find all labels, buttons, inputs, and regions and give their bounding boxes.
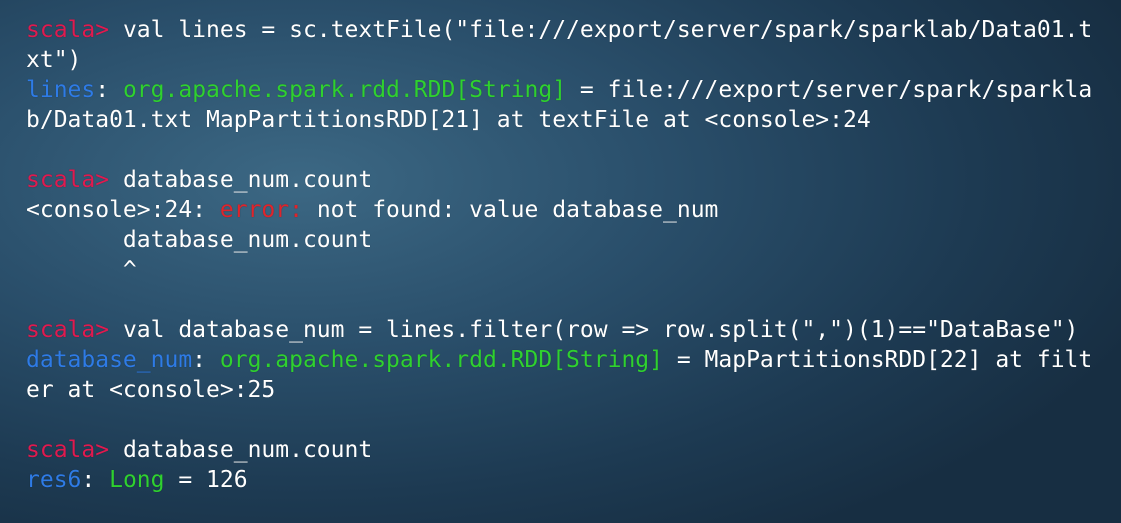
terminal-line-15: scala> database_num.count xyxy=(26,435,1116,465)
output-text: not found: value database_num xyxy=(302,197,719,223)
terminal-line-13: er at <console>:25 xyxy=(26,375,1116,405)
output-text: xt") xyxy=(26,47,82,73)
terminal-line-14 xyxy=(26,405,1116,435)
terminal-line-7: <console>:24: error: not found: value da… xyxy=(26,195,1116,225)
terminal-line-1: scala> val lines = sc.textFile("file:///… xyxy=(26,15,1116,45)
caret-marker: ^ xyxy=(26,257,137,283)
terminal-line-4: b/Data01.txt MapPartitionsRDD[21] at tex… xyxy=(26,105,1116,135)
command-text: val database_num = lines.filter(row => r… xyxy=(109,317,1079,343)
result-type: org.apache.spark.rdd.RDD[String] xyxy=(219,347,663,373)
output-text: = 126 xyxy=(164,467,248,493)
output-text: b/Data01.txt MapPartitionsRDD[21] at tex… xyxy=(26,107,871,133)
separator-text: : xyxy=(192,347,220,373)
output-text: database_num.count xyxy=(26,227,373,253)
output-text: <console>:24: xyxy=(26,197,220,223)
terminal-line-5 xyxy=(26,135,1116,165)
output-text: = MapPartitionsRDD[22] at filt xyxy=(662,347,1093,373)
terminal-line-3: lines: org.apache.spark.rdd.RDD[String] … xyxy=(26,75,1116,105)
terminal-output[interactable]: scala> val lines = sc.textFile("file:///… xyxy=(26,15,1116,495)
command-text: database_num.count xyxy=(109,437,373,463)
terminal-line-8: database_num.count xyxy=(26,225,1116,255)
terminal-line-2: xt") xyxy=(26,45,1116,75)
error-label: error: xyxy=(219,197,303,223)
terminal-line-10 xyxy=(26,285,1116,315)
terminal-line-16: res6: Long = 126 xyxy=(26,465,1116,495)
result-type: org.apache.spark.rdd.RDD[String] xyxy=(122,77,567,103)
terminal-line-6: scala> database_num.count xyxy=(26,165,1116,195)
separator-text: : xyxy=(95,77,123,103)
terminal-line-9: ^ xyxy=(26,255,1116,285)
scala-prompt: scala> xyxy=(26,317,110,343)
result-identifier: lines xyxy=(26,77,96,103)
result-type: Long xyxy=(109,467,165,493)
result-identifier: database_num xyxy=(26,347,193,373)
output-text: er at <console>:25 xyxy=(26,377,276,403)
separator-text: : xyxy=(81,467,110,493)
command-text: database_num.count xyxy=(109,167,373,193)
terminal-line-11: scala> val database_num = lines.filter(r… xyxy=(26,315,1116,345)
terminal-line-12: database_num: org.apache.spark.rdd.RDD[S… xyxy=(26,345,1116,375)
output-text: = file:///export/server/spark/sparkla xyxy=(566,77,1093,103)
scala-prompt: scala> xyxy=(26,437,110,463)
scala-prompt: scala> xyxy=(26,167,110,193)
scala-prompt: scala> xyxy=(26,17,110,43)
command-text: val lines = sc.textFile("file:///export/… xyxy=(109,17,1093,43)
result-identifier: res6 xyxy=(26,467,82,493)
